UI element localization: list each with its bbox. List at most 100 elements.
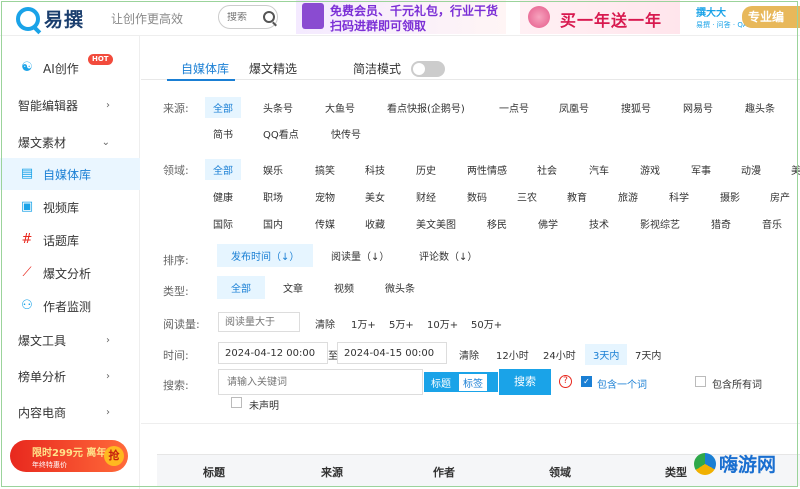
contain-all-checkbox[interactable] — [695, 376, 706, 387]
brand-ad-banner[interactable]: 撰大大 易撰 · 问答 · QA 专业编 — [690, 0, 800, 34]
sidebar-item-editor[interactable]: 智能编辑器 › — [0, 89, 140, 121]
field-option[interactable]: 全部 — [205, 159, 241, 180]
source-option[interactable]: 一点号 — [499, 100, 529, 115]
field-option[interactable]: 健康 — [213, 189, 233, 204]
field-option[interactable]: 收藏 — [365, 216, 385, 231]
read-count-input[interactable] — [218, 312, 300, 332]
sidebar-item-media-lib[interactable]: ▤ 自媒体库 — [0, 158, 140, 190]
year-end-promo-banner[interactable]: 限时299元 离年 年终特惠价 抢 — [10, 440, 128, 472]
field-option[interactable]: 美 — [791, 162, 800, 177]
field-option[interactable]: 教育 — [567, 189, 587, 204]
time-option[interactable]: 7天内 — [635, 347, 661, 362]
field-option[interactable]: 美女 — [365, 189, 385, 204]
time-option[interactable]: 12小时 — [496, 347, 529, 362]
time-clear[interactable]: 清除 — [459, 347, 479, 362]
undeclared-checkbox[interactable] — [231, 397, 242, 408]
field-option[interactable]: 科技 — [365, 162, 385, 177]
source-option[interactable]: 趣头条 — [745, 100, 775, 115]
field-option[interactable]: 旅游 — [618, 189, 638, 204]
sidebar-item-video-lib[interactable]: ▣ 视频库 — [0, 191, 140, 223]
column-header-field[interactable]: 领域 — [549, 464, 571, 480]
field-option[interactable]: 数码 — [467, 189, 487, 204]
simple-mode-toggle[interactable] — [411, 61, 445, 77]
global-search-input[interactable] — [227, 11, 261, 23]
column-header-title[interactable]: 标题 — [203, 464, 225, 480]
read-option[interactable]: 50万+ — [471, 316, 502, 331]
read-clear[interactable]: 清除 — [315, 316, 335, 331]
sidebar-item-tools[interactable]: 爆文工具 › — [0, 324, 140, 356]
logo[interactable]: 易撰 — [16, 5, 84, 32]
column-header-source[interactable]: 来源 — [321, 464, 343, 480]
field-option[interactable]: 军事 — [691, 162, 711, 177]
source-option[interactable]: 简书 — [213, 126, 233, 141]
time-option[interactable]: 3天内 — [585, 344, 628, 365]
read-option[interactable]: 5万+ — [389, 316, 414, 331]
read-option[interactable]: 10万+ — [427, 316, 458, 331]
sidebar-item-rank[interactable]: 榜单分析 › — [0, 360, 140, 392]
field-option[interactable]: 美文美图 — [416, 216, 456, 231]
field-option[interactable]: 两性情感 — [467, 162, 507, 177]
tab-hot-select[interactable]: 爆文精选 — [249, 60, 297, 77]
sort-by-comments[interactable]: 评论数（↓） — [405, 244, 491, 267]
column-header-author[interactable]: 作者 — [433, 464, 455, 480]
promo-ad-banner[interactable]: 买一年送一年 — [520, 0, 680, 34]
field-option[interactable]: 社会 — [537, 162, 557, 177]
field-option[interactable]: 三农 — [517, 189, 537, 204]
type-option[interactable]: 微头条 — [385, 280, 415, 295]
member-ad-banner[interactable]: 免费会员、千元礼包，行业干货 扫码进群即可领取 — [296, 0, 506, 34]
sidebar-item-author-monitor[interactable]: ⚇ 作者监测 — [0, 290, 140, 322]
sidebar-item-analysis[interactable]: ⟋ 爆文分析 — [0, 257, 140, 289]
field-option[interactable]: 动漫 — [741, 162, 761, 177]
field-option[interactable]: 娱乐 — [263, 162, 283, 177]
sidebar-item-ecommerce[interactable]: 内容电商 › — [0, 396, 140, 428]
field-option[interactable]: 宠物 — [315, 189, 335, 204]
keyword-mode-title[interactable]: 标题 — [427, 374, 455, 391]
field-option[interactable]: 国际 — [213, 216, 233, 231]
field-option[interactable]: 佛学 — [538, 216, 558, 231]
sort-by-publish-time[interactable]: 发布时间（↓） — [217, 244, 314, 267]
sort-by-reads[interactable]: 阅读量（↓） — [317, 244, 403, 267]
search-icon[interactable] — [263, 11, 275, 23]
field-option[interactable]: 历史 — [416, 162, 436, 177]
sidebar-item-material[interactable]: 爆文素材 ⌄ — [0, 126, 140, 158]
field-option[interactable]: 搞笑 — [315, 162, 335, 177]
global-search[interactable] — [218, 5, 278, 29]
contain-one-checkbox[interactable]: ✓ — [581, 376, 592, 387]
field-option[interactable]: 摄影 — [720, 189, 740, 204]
tab-media-lib[interactable]: 自媒体库 — [181, 60, 229, 77]
field-option[interactable]: 汽车 — [589, 162, 609, 177]
type-option[interactable]: 文章 — [283, 280, 303, 295]
field-option[interactable]: 科学 — [669, 189, 689, 204]
field-option[interactable]: 职场 — [263, 189, 283, 204]
source-option[interactable]: QQ看点 — [263, 126, 299, 141]
field-option[interactable]: 财经 — [416, 189, 436, 204]
date-end-input[interactable] — [337, 342, 447, 364]
field-option[interactable]: 移民 — [487, 216, 507, 231]
field-option[interactable]: 猎奇 — [711, 216, 731, 231]
field-option[interactable]: 技术 — [589, 216, 609, 231]
keyword-mode-tag[interactable]: 标签 — [459, 373, 487, 391]
source-option[interactable]: 全部 — [205, 97, 241, 118]
source-option[interactable]: 凤凰号 — [559, 100, 589, 115]
field-option[interactable]: 音乐 — [762, 216, 782, 231]
source-option[interactable]: 搜狐号 — [621, 100, 651, 115]
source-option[interactable]: 网易号 — [683, 100, 713, 115]
column-header-type[interactable]: 类型 — [665, 464, 687, 480]
source-option[interactable]: 看点快报(企鹅号) — [387, 100, 465, 115]
sidebar-item-ai[interactable]: ☯ AI创作 HOT — [0, 52, 140, 84]
field-option[interactable]: 游戏 — [640, 162, 660, 177]
source-option[interactable]: 大鱼号 — [325, 100, 355, 115]
keyword-input[interactable] — [218, 369, 423, 395]
date-start-input[interactable] — [218, 342, 328, 364]
source-option[interactable]: 快传号 — [331, 126, 361, 141]
field-option[interactable]: 房产 — [770, 189, 790, 204]
source-option[interactable]: 头条号 — [263, 100, 293, 115]
type-option[interactable]: 全部 — [217, 276, 265, 299]
help-icon[interactable]: ? — [559, 375, 572, 388]
field-option[interactable]: 影视综艺 — [640, 216, 680, 231]
time-option[interactable]: 24小时 — [543, 347, 576, 362]
field-option[interactable]: 传媒 — [315, 216, 335, 231]
type-option[interactable]: 视频 — [334, 280, 354, 295]
read-option[interactable]: 1万+ — [351, 316, 376, 331]
search-button[interactable]: 搜索 — [499, 369, 551, 395]
